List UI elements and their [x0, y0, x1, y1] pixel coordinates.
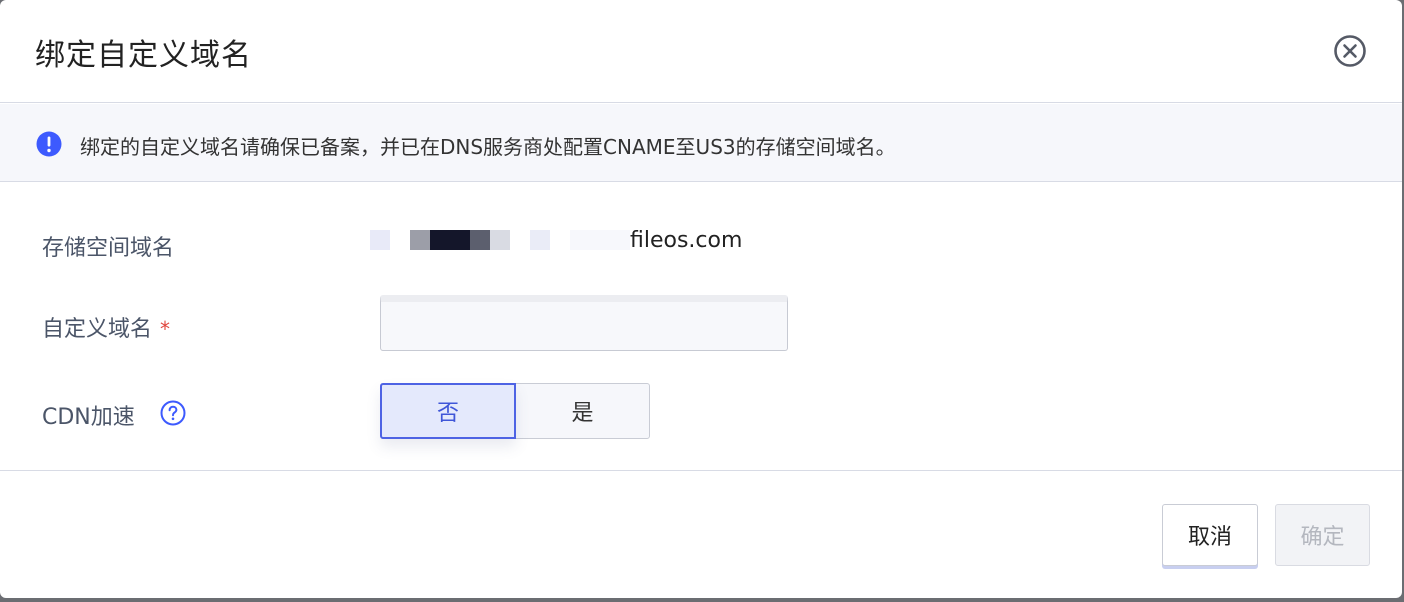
confirm-button[interactable]: 确定: [1275, 504, 1370, 566]
required-mark: *: [160, 317, 171, 341]
close-icon[interactable]: [1333, 34, 1367, 68]
exclamation-circle-icon: [36, 131, 62, 157]
storage-domain-label: 存储空间域名: [42, 236, 175, 261]
notice-banner: 绑定的自定义域名请确保已备案，并已在DNS服务商处配置CNAME至US3的存储空…: [0, 104, 1402, 182]
custom-domain-input[interactable]: [380, 295, 788, 351]
cdn-option-no[interactable]: 否: [380, 383, 516, 439]
footer-divider: [0, 470, 1402, 471]
custom-domain-label: 自定义域名 *: [42, 311, 170, 343]
dialog-title: 绑定自定义域名: [35, 38, 252, 73]
cdn-label: CDN加速: [42, 405, 135, 430]
storage-domain-value: fileos.com: [370, 226, 742, 254]
custom-domain-label-text: 自定义域名: [42, 317, 153, 342]
bind-custom-domain-dialog: 绑定自定义域名 绑定的自定义域名请确保已备案，并已在DNS服务商处配置CNAME…: [0, 0, 1402, 598]
redacted-mask: [370, 230, 390, 250]
cdn-option-yes[interactable]: 是: [515, 383, 650, 439]
cancel-button[interactable]: 取消: [1162, 504, 1258, 566]
question-circle-icon[interactable]: [160, 400, 186, 426]
storage-domain-text: fileos.com: [630, 227, 743, 253]
dialog-header: 绑定自定义域名: [0, 0, 1402, 103]
notice-text: 绑定的自定义域名请确保已备案，并已在DNS服务商处配置CNAME至US3的存储空…: [80, 135, 896, 159]
